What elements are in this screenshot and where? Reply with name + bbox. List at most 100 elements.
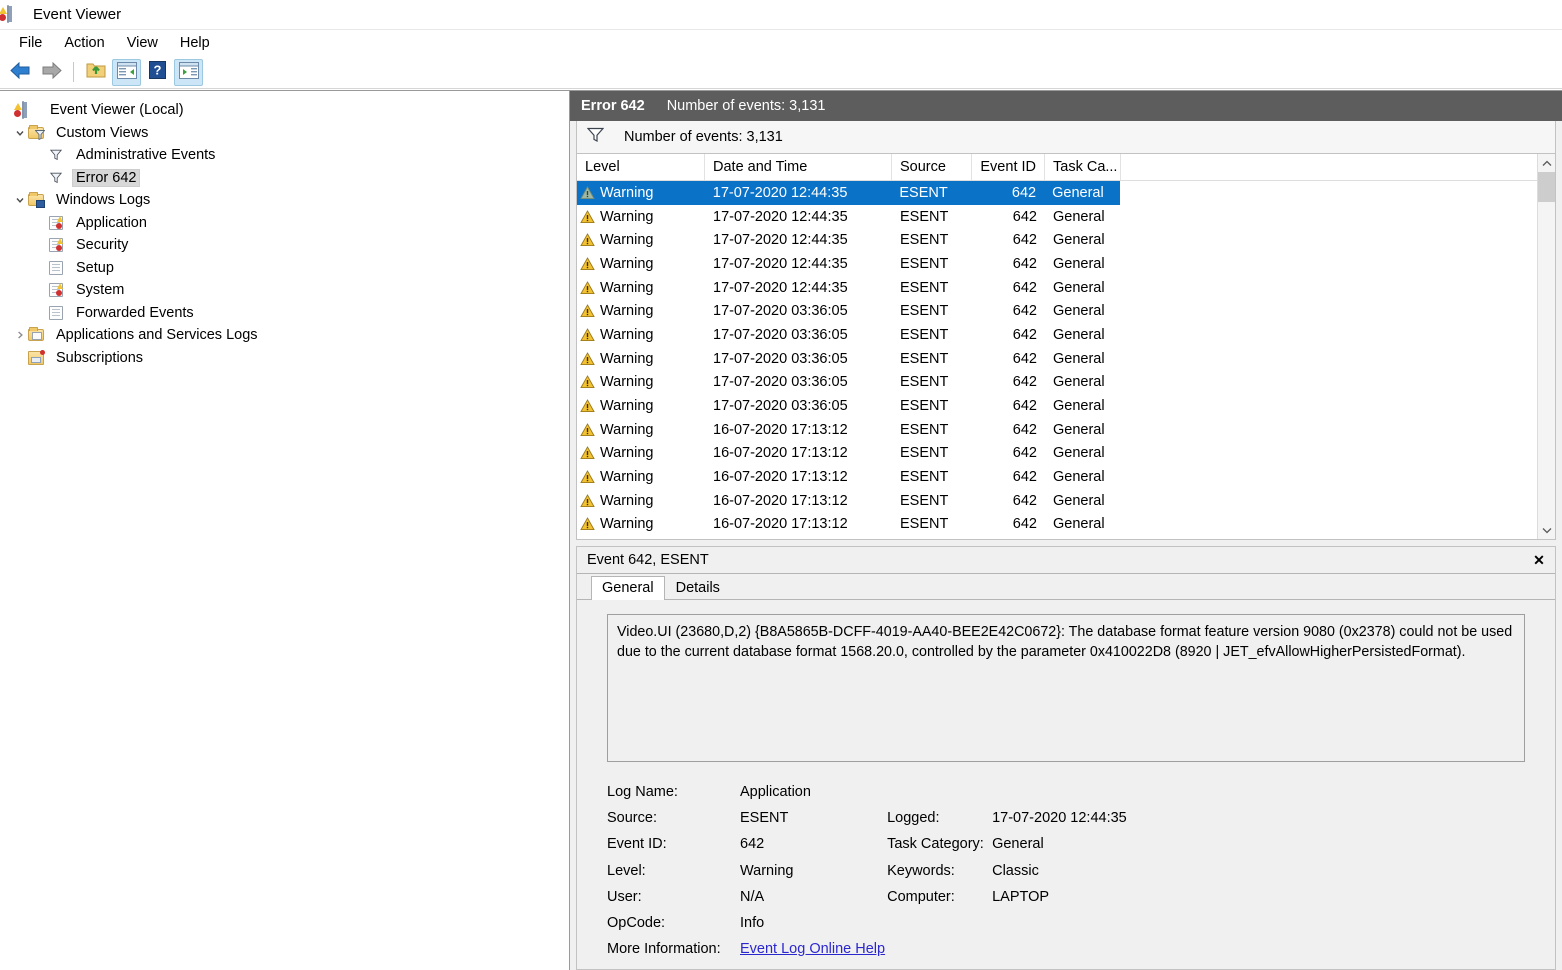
field-user: User: N/A <box>607 884 885 910</box>
table-row[interactable]: Warning17-07-2020 12:44:35ESENT642Genera… <box>577 252 1537 276</box>
up-one-level-button[interactable] <box>81 59 110 86</box>
cell-date-and-time: 17-07-2020 12:44:35 <box>705 185 892 201</box>
cell-level-text: Warning <box>600 469 653 485</box>
table-row[interactable]: Warning16-07-2020 17:13:12ESENT642Genera… <box>577 489 1537 513</box>
menu-view[interactable]: View <box>116 32 169 54</box>
table-row[interactable]: Warning17-07-2020 12:44:35ESENT642Genera… <box>577 205 1537 229</box>
cell-task-category: General <box>1045 374 1121 390</box>
column-header-level[interactable]: Level <box>577 154 705 180</box>
table-row[interactable]: Warning16-07-2020 17:13:12ESENT642Genera… <box>577 513 1537 537</box>
table-row[interactable]: Warning16-07-2020 17:13:12ESENT642Genera… <box>577 442 1537 466</box>
cell-event-id: 642 <box>972 398 1045 414</box>
event-log-online-help-link[interactable]: Event Log Online Help <box>740 941 885 957</box>
cell-source: ESENT <box>892 374 972 390</box>
chevron-right-icon[interactable] <box>12 330 28 340</box>
warning-icon <box>580 446 595 460</box>
menu-help[interactable]: Help <box>169 32 221 54</box>
cell-level: Warning <box>577 374 705 390</box>
cell-level: Warning <box>577 280 705 296</box>
field-computer: Computer: LAPTOP <box>887 884 1127 910</box>
tree-item-security[interactable]: Security <box>0 234 569 257</box>
help-button[interactable]: ? <box>143 59 172 86</box>
cell-task-category: General <box>1045 469 1121 485</box>
forward-button[interactable] <box>37 59 66 86</box>
menu-action[interactable]: Action <box>53 32 115 54</box>
menu-file[interactable]: File <box>8 32 53 54</box>
tab-details[interactable]: Details <box>665 576 731 600</box>
event-list: Level Date and Time Source Event ID Task… <box>576 154 1556 540</box>
tree-item-applications-and-services-logs[interactable]: Applications and Services Logs <box>0 324 569 347</box>
cell-source: ESENT <box>892 422 972 438</box>
cell-event-id: 642 <box>972 280 1045 296</box>
scroll-up-arrow-icon[interactable] <box>1538 154 1556 172</box>
close-icon[interactable]: ✕ <box>1527 549 1551 571</box>
cell-date-and-time: 17-07-2020 03:36:05 <box>705 351 892 367</box>
column-header-event-id[interactable]: Event ID <box>972 154 1045 180</box>
field-value: Classic <box>992 863 1039 879</box>
field-event-id: Event ID: 642 <box>607 831 885 857</box>
results-pane: Error 642 Number of events: 3,131 Number… <box>570 90 1562 970</box>
field-value: 17-07-2020 12:44:35 <box>992 810 1127 826</box>
cell-level: Warning <box>577 303 705 319</box>
cell-event-id: 642 <box>972 303 1045 319</box>
field-label: Event ID: <box>607 836 740 852</box>
cell-date-and-time: 17-07-2020 12:44:35 <box>705 209 892 225</box>
tree-item-forwarded-events[interactable]: Forwarded Events <box>0 302 569 325</box>
tree-item-setup[interactable]: Setup <box>0 257 569 280</box>
back-button[interactable] <box>6 59 35 86</box>
field-label: OpCode: <box>607 915 740 931</box>
warning-icon <box>580 352 595 366</box>
show-console-tree-button[interactable] <box>112 59 141 86</box>
column-header-task-category[interactable]: Task Ca... <box>1045 154 1121 180</box>
metadata-column-right: Logged: 17-07-2020 12:44:35 Task Categor… <box>887 779 1127 962</box>
tree-item-label: Applications and Services Logs <box>52 326 262 344</box>
table-row[interactable]: Warning17-07-2020 03:36:05ESENT642Genera… <box>577 394 1537 418</box>
filter-summary-bar[interactable]: Number of events: 3,131 <box>576 121 1556 154</box>
cell-level: Warning <box>577 232 705 248</box>
tree-item-label: Windows Logs <box>52 191 154 209</box>
tree-item-administrative-events[interactable]: Administrative Events <box>0 144 569 167</box>
scrollbar-track[interactable] <box>1538 172 1556 521</box>
column-header-date-and-time[interactable]: Date and Time <box>705 154 892 180</box>
event-list-scrollbar[interactable] <box>1537 154 1555 539</box>
table-row[interactable]: Warning17-07-2020 03:36:05ESENT642Genera… <box>577 299 1537 323</box>
field-label: Level: <box>607 863 740 879</box>
cell-task-category: General <box>1045 445 1121 461</box>
table-row[interactable]: Warning17-07-2020 12:44:35ESENT642Genera… <box>577 181 1120 205</box>
chevron-down-icon[interactable] <box>12 195 28 205</box>
table-row[interactable]: Warning17-07-2020 03:36:05ESENT642Genera… <box>577 323 1537 347</box>
table-row[interactable]: Warning17-07-2020 03:36:05ESENT642Genera… <box>577 347 1537 371</box>
table-row[interactable]: Warning16-07-2020 17:13:12ESENT642Genera… <box>577 465 1537 489</box>
tree-item-label: Setup <box>72 259 118 277</box>
cell-date-and-time: 17-07-2020 12:44:35 <box>705 256 892 272</box>
tree-item-label: Security <box>72 236 132 254</box>
tree-item-custom-views[interactable]: Custom Views <box>0 122 569 145</box>
event-description[interactable]: Video.UI (23680,D,2) {B8A5865B-DCFF-4019… <box>607 614 1525 762</box>
column-header-source[interactable]: Source <box>892 154 972 180</box>
plain-log-icon <box>48 260 65 276</box>
cell-task-category: General <box>1045 280 1121 296</box>
cell-level-text: Warning <box>600 185 653 201</box>
table-row[interactable]: Warning16-07-2020 17:13:12ESENT642Genera… <box>577 418 1537 442</box>
chevron-down-icon[interactable] <box>12 128 28 138</box>
log-icon <box>48 215 65 231</box>
cell-event-id: 642 <box>972 256 1045 272</box>
tree-item-application[interactable]: Application <box>0 212 569 235</box>
show-action-pane-button[interactable] <box>174 59 203 86</box>
table-row[interactable]: Warning17-07-2020 03:36:05ESENT642Genera… <box>577 371 1537 395</box>
tree-item-subscriptions[interactable]: Subscriptions <box>0 347 569 370</box>
scroll-down-arrow-icon[interactable] <box>1538 521 1556 539</box>
tree-item-windows-logs[interactable]: Windows Logs <box>0 189 569 212</box>
tree-item-error-642[interactable]: Error 642 <box>0 167 569 190</box>
action-pane-icon <box>179 62 199 83</box>
table-row[interactable]: Warning17-07-2020 12:44:35ESENT642Genera… <box>577 228 1537 252</box>
cell-level-text: Warning <box>600 493 653 509</box>
table-row[interactable]: Warning17-07-2020 12:44:35ESENT642Genera… <box>577 276 1537 300</box>
tree-item-system[interactable]: System <box>0 279 569 302</box>
cell-level-text: Warning <box>600 422 653 438</box>
tree-item-event-viewer-local[interactable]: Event Viewer (Local) <box>0 99 569 122</box>
field-label: Source: <box>607 810 740 826</box>
scrollbar-thumb[interactable] <box>1538 172 1556 202</box>
cell-source: ESENT <box>892 398 972 414</box>
tab-general[interactable]: General <box>591 576 665 600</box>
